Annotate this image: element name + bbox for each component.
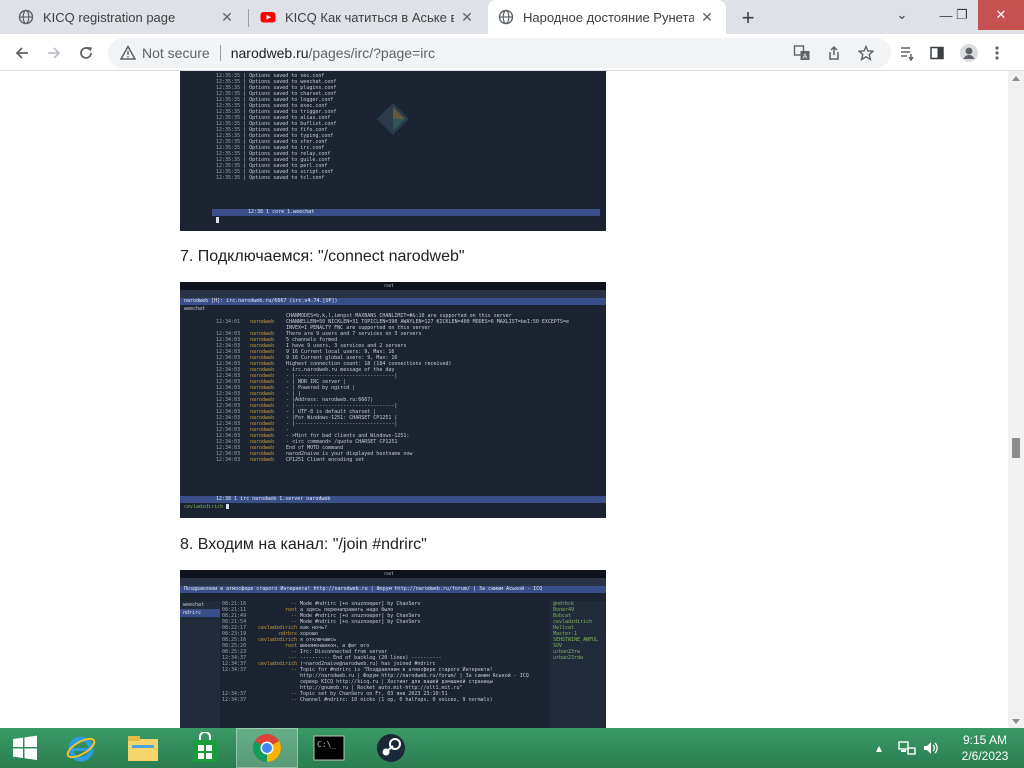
svg-text:A: A: [803, 54, 808, 61]
volume-icon[interactable]: [922, 728, 940, 768]
terminal-cursor: [216, 217, 219, 223]
terminal-title: root: [384, 571, 394, 576]
bookmark-star-icon[interactable]: [852, 39, 880, 67]
tab-divider: [248, 9, 249, 27]
start-icon[interactable]: [0, 728, 50, 768]
log-line: 12:34:03 narodweb CP1251 Client encoding s…: [216, 457, 606, 463]
new-tab-button[interactable]: +: [736, 5, 760, 30]
channel-topic-line: Поздравляем в атмосфере старого Интернет…: [180, 586, 606, 593]
browser-toolbar: Not secure narodweb.ru/pages/irc/?page=i…: [0, 34, 1024, 71]
clock-time: 9:15 AM: [962, 733, 1008, 747]
nick-list-item: urban23rdw: [553, 655, 584, 661]
terminal-status-line: 12:38 1 core 1.weechat: [212, 209, 600, 216]
log-message: Channel #ndrirc: 10 nicks (1 op, 0 halfo…: [300, 697, 493, 703]
buffer-item: weechat: [183, 602, 205, 608]
tab-search-icon[interactable]: ⌄: [886, 0, 918, 30]
store-icon[interactable]: [174, 728, 236, 768]
buffer-list: weechat ndrirc: [180, 601, 220, 729]
globe-icon: [498, 9, 514, 25]
terminal-input-line: cevladzdirich: [180, 504, 606, 511]
share-icon[interactable]: [820, 39, 848, 67]
desktop-top-bar: root: [180, 570, 606, 578]
log-message: - |---------------------------------|: [286, 421, 398, 427]
tab-kicq-registration[interactable]: KICQ registration page ✕: [8, 0, 246, 34]
terminal-status-line: 12:38 1 irc narodweb 1.server narodweb: [180, 496, 606, 503]
terminal-title: root: [384, 283, 394, 288]
restore-icon[interactable]: ❐: [946, 0, 978, 30]
tab-title: KICQ Как чатиться в Аське в 2023: [285, 9, 454, 25]
windows-taskbar: C:\_ ▴ 9:15 AM 2/6/2023: [0, 728, 1024, 768]
nick-list: @ndrbck Boner49 Bobcat cevladzdirich Hellcat…: [550, 601, 606, 729]
scroll-down-arrow-icon[interactable]: [1012, 719, 1020, 724]
scrollbar-thumb[interactable]: [1012, 438, 1020, 458]
log-message: Options saved to tcl.conf: [249, 175, 325, 181]
step-8-heading: 8. Входим на канал: "/join #ndrirc": [180, 536, 427, 553]
log-time: 12:35:35: [216, 175, 241, 181]
terminal-cursor: [226, 504, 230, 509]
globe-icon: [18, 9, 34, 25]
channel-title-line: narodweb [H]: irc.narodweb.ru/6667 (irc.…: [180, 298, 606, 305]
input-nick: cevladzdirich: [184, 504, 224, 510]
ie-icon[interactable]: [50, 728, 112, 768]
address-host: narodweb.ru: [230, 45, 309, 61]
tab-kicq-youtube[interactable]: KICQ Как чатиться в Аське в 2023 ✕: [250, 0, 486, 34]
tab-narodnoe-dostoyanie[interactable]: Народное достояние Рунета ✕: [488, 0, 726, 34]
buffer-item-active: ndrirc: [180, 609, 220, 617]
tab-strip: KICQ registration page ✕ KICQ Как чатить…: [0, 0, 1024, 34]
log-time: 12:34:37: [222, 697, 247, 703]
address-divider: [219, 45, 221, 61]
cmd-icon[interactable]: C:\_: [298, 728, 360, 768]
terminal-log: 08:21:16 -- Mode #ndrirc [+o snuznoeper] b…: [222, 601, 548, 703]
log-nick: --: [290, 697, 297, 703]
clock-date: 2/6/2023: [961, 749, 1009, 763]
forward-icon[interactable]: [40, 39, 68, 67]
profile-avatar-icon[interactable]: [955, 39, 983, 67]
youtube-icon: [260, 12, 276, 23]
terminal-screenshot-2: root narodweb [H]: irc.narodweb.ru/6667 …: [180, 282, 606, 518]
show-hidden-icons-icon[interactable]: ▴: [876, 728, 882, 768]
address-bar[interactable]: Not secure narodweb.ru/pages/irc/?page=i…: [108, 38, 891, 68]
side-panel-icon[interactable]: [923, 39, 951, 67]
terminal-screenshot-3: root Поздравляем в атмосфере старого Инт…: [180, 570, 606, 729]
reload-icon[interactable]: [72, 39, 100, 67]
terminal-screenshot-1: 12:35:35 | Options saved to sec.conf 12:3…: [180, 71, 606, 231]
back-icon[interactable]: [8, 39, 36, 67]
page-viewport: 12:35:35 | Options saved to sec.conf 12:3…: [0, 71, 1008, 729]
network-icon[interactable]: [898, 728, 916, 768]
system-clock[interactable]: 9:15 AM 2/6/2023: [950, 732, 1020, 764]
desktop-top-bar: root: [180, 282, 606, 290]
chrome-icon[interactable]: [236, 728, 298, 768]
terminal-title-bar: [180, 290, 606, 298]
close-window-icon[interactable]: ✕: [978, 0, 1024, 30]
step-7-heading: 7. Подключаемся: "/connect narodweb": [180, 248, 465, 265]
tab-title: Народное достояние Рунета: [523, 9, 694, 25]
steam-icon[interactable]: [360, 728, 422, 768]
reading-list-icon[interactable]: [893, 39, 921, 67]
close-tab-icon[interactable]: ✕: [458, 8, 476, 26]
log-line: 12:34:37 -- Channel #ndrirc: 10 nicks (1 o…: [222, 697, 548, 703]
translate-icon[interactable]: A: [788, 39, 816, 67]
close-tab-icon[interactable]: ✕: [698, 8, 716, 26]
buffer-name: weechat: [184, 306, 206, 312]
terminal-title-bar: [180, 578, 606, 586]
address-path: /pages/irc/?page=irc: [308, 45, 435, 61]
svg-text:C:\_: C:\_: [317, 740, 336, 749]
warning-icon[interactable]: [120, 45, 136, 61]
security-label[interactable]: Not secure: [142, 45, 210, 61]
explorer-icon[interactable]: [112, 728, 174, 768]
weechat-logo-watermark: [377, 103, 409, 135]
close-tab-icon[interactable]: ✕: [218, 8, 236, 26]
page-scrollbar[interactable]: [1008, 71, 1024, 729]
log-time: 12:34:03: [216, 457, 241, 463]
tab-title: KICQ registration page: [43, 9, 176, 25]
log-line: 12:35:35 | Options saved to tcl.conf: [216, 175, 325, 181]
scroll-up-arrow-icon[interactable]: [1012, 76, 1020, 81]
terminal-log: CHANMODES=b,k,l,imnpst MAXBANS CHANLIMIT…: [216, 313, 606, 463]
log-nick: narodweb: [250, 457, 275, 463]
log-message: CP1251 Client encoding set: [286, 457, 365, 463]
menu-kebab-icon[interactable]: [983, 39, 1011, 67]
